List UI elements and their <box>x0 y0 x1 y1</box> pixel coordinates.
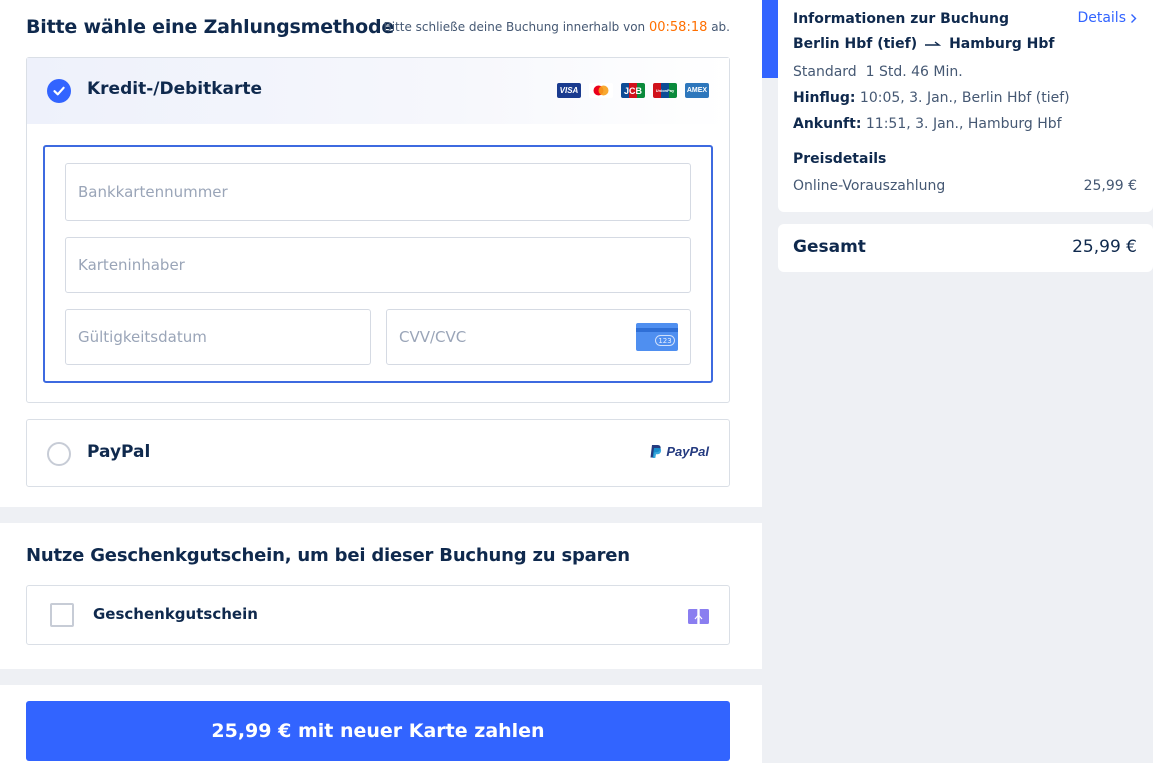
total-label: Gesamt <box>793 237 866 257</box>
countdown-timer: 00:58:18 <box>648 20 708 35</box>
jcb-logo-text: JCB <box>623 85 642 96</box>
paypal-option-label: PayPal <box>87 442 151 462</box>
departure-value: 10:05, 3. Jan., Berlin Hbf (tief) <box>859 90 1070 106</box>
route: Berlin Hbf (tief) Hamburg Hbf <box>793 36 1054 52</box>
amex-logo-text: AMEX <box>686 87 708 94</box>
mastercard-logo-icon <box>589 83 613 98</box>
amex-logo-icon: AMEX <box>685 83 709 98</box>
selected-check-icon[interactable] <box>47 79 71 103</box>
chevron-right-icon <box>1131 13 1137 23</box>
expiry-date-input[interactable] <box>66 310 370 364</box>
arrival-label: Ankunft: <box>793 116 862 132</box>
details-link-label: Details <box>1077 10 1126 26</box>
gift-icon <box>688 606 709 624</box>
paypal-payment-option[interactable]: PayPal PayPal <box>26 419 730 487</box>
arrival-line: Ankunft: 11:51, 3. Jan., Hamburg Hbf <box>793 116 1062 132</box>
unionpay-logo-text: UnionPay <box>655 88 675 93</box>
voucher-option[interactable]: Geschenkgutschein <box>26 585 730 645</box>
fare-duration-line: Standard 1 Std. 46 Min. <box>793 64 963 80</box>
details-link[interactable]: Details <box>1077 10 1137 26</box>
fare-class: Standard <box>793 64 857 80</box>
voucher-title: Nutze Geschenkgutschein, um bei dieser B… <box>26 545 630 566</box>
payment-method-title: Bitte wähle eine Zahlungsmethode <box>26 16 395 38</box>
total-panel: Gesamt 25,99 € <box>778 224 1153 272</box>
card-option-label: Kredit-/Debitkarte <box>87 79 263 99</box>
route-from: Berlin Hbf (tief) <box>793 36 918 52</box>
departure-line: Hinflug: 10:05, 3. Jan., Berlin Hbf (tie… <box>793 90 1070 106</box>
paypal-logo-icon: PayPal <box>649 444 709 459</box>
voucher-label: Geschenkgutschein <box>93 605 258 623</box>
booking-info-panel: Informationen zur Buchung Details Berlin… <box>778 0 1153 212</box>
card-brand-logos: VISA JCB UnionPay AMEX <box>557 83 709 98</box>
expiry-date-field[interactable] <box>65 309 371 365</box>
card-option-header[interactable]: Kredit-/Debitkarte VISA JCB UnionPay AME… <box>27 58 729 124</box>
cvv-card-icon: 123 <box>636 323 678 351</box>
jcb-logo-icon: JCB <box>621 83 645 98</box>
arrival-value: 11:51, 3. Jan., Hamburg Hbf <box>865 116 1062 132</box>
booking-deadline-notice: Bitte schließe deine Buchung innerhalb v… <box>383 20 730 35</box>
card-number-input[interactable] <box>66 164 690 220</box>
deadline-prefix: Bitte schließe deine Buchung innerhalb v… <box>383 20 646 34</box>
paypal-logo-text: PayPal <box>666 444 709 459</box>
trip-duration: 1 Std. 46 Min. <box>865 64 963 80</box>
route-to: Hamburg Hbf <box>949 36 1055 52</box>
price-details-title: Preisdetails <box>793 151 887 167</box>
cvv-field[interactable]: 123 <box>386 309 691 365</box>
prepayment-value: 25,99 € <box>1083 178 1137 194</box>
prepayment-label: Online-Vorauszahlung <box>793 178 946 194</box>
accent-bar <box>762 0 778 78</box>
paypal-radio[interactable] <box>47 442 71 466</box>
deadline-suffix: ab. <box>711 20 730 34</box>
card-holder-field[interactable] <box>65 237 691 293</box>
visa-logo-text: VISA <box>559 86 579 95</box>
pay-with-new-card-button[interactable]: 25,99 € mit neuer Karte zahlen <box>26 701 730 761</box>
cvv-card-stripe <box>636 328 678 332</box>
route-arrow-icon <box>925 41 942 46</box>
payment-method-panel: Bitte wähle eine Zahlungsmethode Bitte s… <box>0 0 762 507</box>
voucher-checkbox[interactable] <box>50 603 74 627</box>
visa-logo-icon: VISA <box>557 83 581 98</box>
cvv-card-code: 123 <box>655 335 675 346</box>
pay-button-panel: 25,99 € mit neuer Karte zahlen <box>0 685 762 763</box>
unionpay-logo-icon: UnionPay <box>653 83 677 98</box>
card-details-form: 123 <box>43 145 713 383</box>
card-number-field[interactable] <box>65 163 691 221</box>
booking-info-title: Informationen zur Buchung <box>793 11 1009 27</box>
card-payment-option[interactable]: Kredit-/Debitkarte VISA JCB UnionPay AME… <box>26 57 730 403</box>
departure-label: Hinflug: <box>793 90 856 106</box>
total-value: 25,99 € <box>1072 237 1137 257</box>
card-holder-input[interactable] <box>66 238 690 292</box>
voucher-panel: Nutze Geschenkgutschein, um bei dieser B… <box>0 523 762 669</box>
